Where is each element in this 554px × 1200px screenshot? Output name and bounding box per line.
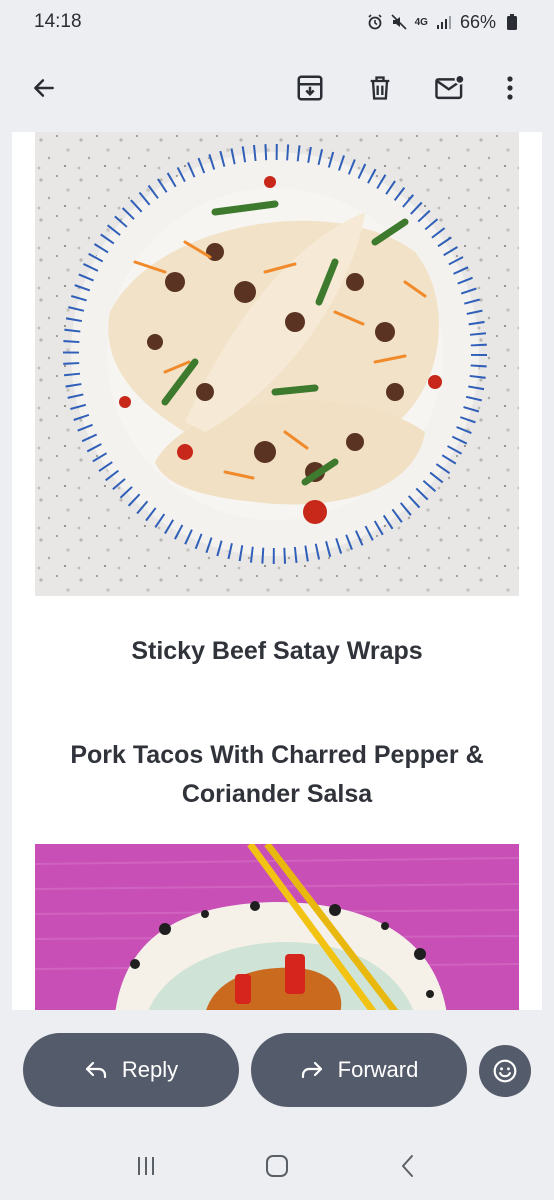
email-toolbar <box>0 50 554 126</box>
recents-icon[interactable] <box>133 1153 159 1184</box>
back-icon[interactable] <box>395 1153 421 1184</box>
mute-icon <box>391 14 407 30</box>
status-icons: 4G 66% <box>367 12 520 33</box>
emoji-reaction-button[interactable] <box>479 1045 531 1097</box>
home-icon[interactable] <box>264 1153 290 1184</box>
reply-label: Reply <box>121 1057 179 1082</box>
forward-icon <box>301 1061 322 1079</box>
smiley-icon <box>493 1059 517 1083</box>
signal-icon <box>436 16 451 29</box>
network-label: 4G <box>414 16 428 28</box>
email-body: Sticky Beef Satay Wraps Pork Tacos With … <box>12 132 542 1010</box>
delete-icon[interactable] <box>358 66 402 110</box>
recipe-title-1[interactable]: Sticky Beef Satay Wraps <box>35 632 519 671</box>
beef-satay-wraps-photo[interactable] <box>35 132 519 596</box>
more-vert-icon[interactable] <box>488 66 532 110</box>
archive-icon[interactable] <box>288 66 332 110</box>
forward-button[interactable]: Forward <box>251 1033 467 1107</box>
system-nav-bar <box>0 1140 554 1196</box>
recipe-title-2[interactable]: Pork Tacos With Charred Pepper & Coriand… <box>35 736 519 814</box>
status-bar: 14:18 4G 66% <box>0 0 554 44</box>
rice-bowl-with-chopsticks-photo[interactable] <box>35 844 519 1010</box>
reply-button[interactable]: Reply <box>23 1033 239 1107</box>
status-time: 14:18 <box>34 11 82 32</box>
reply-actions: Reply Forward <box>0 1033 554 1109</box>
battery-level: 66% <box>459 11 496 32</box>
forward-label: Forward <box>337 1057 419 1082</box>
reply-icon <box>85 1061 106 1079</box>
back-arrow-icon[interactable] <box>22 66 66 110</box>
mark-unread-icon[interactable] <box>428 66 472 110</box>
battery-icon <box>507 14 517 30</box>
alarm-icon <box>368 14 382 30</box>
